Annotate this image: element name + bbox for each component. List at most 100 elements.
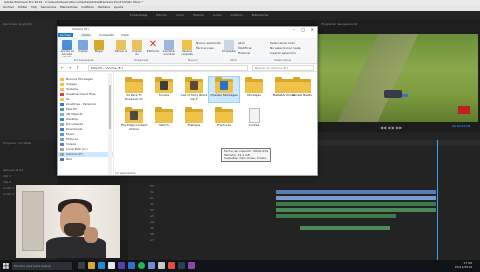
drive-icon (60, 148, 64, 151)
rename-button[interactable]: Cambiar nombre (162, 40, 176, 57)
video-frame (318, 34, 478, 122)
spotify-icon[interactable] (138, 262, 145, 269)
workspace-tabs: Ensamblaje Edición Color Efectos Audio G… (0, 11, 480, 20)
menu-item[interactable]: Secuencia (41, 5, 56, 9)
folder-item-selected[interactable]: Chester Montages (208, 76, 240, 103)
menu-item[interactable]: Editar (18, 5, 27, 9)
navigation-pane: Bounce Montages Images Youtube Creative … (58, 73, 114, 175)
audio-clip[interactable] (276, 214, 396, 218)
windows-start-icon[interactable] (3, 263, 9, 269)
app-icon[interactable] (168, 262, 175, 269)
new-folder-button[interactable]: Nueva carpeta (180, 40, 194, 57)
invert-selection-button[interactable]: Invertir selección (270, 51, 296, 55)
menu-item[interactable]: Gráficos (81, 5, 93, 9)
app-icon[interactable] (158, 262, 165, 269)
menu-item[interactable]: Clip (31, 5, 37, 9)
select-none-button[interactable]: No seleccionar nada (270, 46, 301, 50)
nav-scroll-thumb[interactable] (109, 85, 111, 129)
taskbar-search[interactable]: Escribe aquí para buscar (12, 262, 72, 270)
task-view-icon[interactable] (78, 262, 85, 269)
playback-buttons[interactable]: ◀◀ ◀ ▶ ▶▶ (380, 125, 402, 130)
folder-item[interactable]: Switch (149, 107, 179, 132)
folder-item[interactable]: Rocket Beats (287, 77, 317, 102)
address-bar[interactable]: Este PC › Volume (E:) (88, 65, 248, 71)
taskbar (0, 260, 480, 272)
folder-item[interactable]: The Edge Content Online (119, 107, 149, 132)
properties-button[interactable]: Propiedades (222, 40, 236, 57)
delete-button[interactable]: ✕ Eliminar (146, 40, 160, 57)
history-button[interactable]: Historial (238, 51, 250, 55)
folder-item[interactable]: Fractures (209, 107, 239, 132)
easy-access-button[interactable]: Fácil acceso (196, 46, 214, 50)
video-clip[interactable] (276, 196, 436, 200)
project-item[interactable]: Secuencia 01 (3, 168, 55, 173)
file-explorer-icon[interactable] (88, 262, 95, 269)
discord-icon[interactable] (148, 262, 155, 269)
video-clip[interactable] (276, 190, 436, 194)
project-item[interactable]: clip 1 (3, 174, 55, 179)
project-label: Proyecto: Sin título (3, 141, 32, 145)
steam-icon[interactable] (178, 262, 185, 269)
file-item[interactable]: Andrés (239, 107, 269, 132)
tab-share[interactable]: Compartir (99, 33, 114, 37)
tab-home[interactable]: Inicio (80, 33, 93, 37)
workspace-tab[interactable]: Edición (156, 11, 167, 20)
person-beard (64, 223, 86, 237)
pin-button[interactable]: Anclar al Acceso rápido (60, 40, 74, 57)
track-label: V2 (150, 190, 154, 194)
audio-clip[interactable] (300, 226, 390, 230)
webcam-overlay (16, 185, 120, 258)
effect-controls-panel: Opciones de efecto (0, 20, 58, 140)
file-icon (244, 107, 264, 123)
move-to-button[interactable]: Mover a (114, 40, 128, 57)
edit-button[interactable]: Modificar (238, 46, 252, 50)
select-all-button[interactable]: Seleccionar todo (270, 41, 295, 45)
person-hand (84, 227, 98, 243)
pictures-icon (60, 138, 64, 141)
menu-item[interactable]: Ayuda (114, 5, 123, 9)
folder-item[interactable]: Montajes (239, 77, 269, 102)
premiere-icon[interactable] (118, 262, 125, 269)
explorer-search-input[interactable]: Buscar en Volume (E:) (252, 65, 314, 71)
tab-view[interactable]: Vista (121, 33, 128, 37)
up-arrow-icon[interactable]: ↑ (76, 65, 79, 70)
workspace-tab[interactable]: Ensamblaje (130, 11, 147, 20)
folder-item[interactable]: 3d Pack Fc Dreamer 21 (119, 77, 149, 102)
open-button[interactable]: Abrir (238, 41, 245, 45)
audio-clip[interactable] (276, 202, 436, 206)
folder-item[interactable]: Trabajos (179, 107, 209, 132)
copy-to-button[interactable]: Copiar en (130, 40, 144, 57)
menu-item[interactable]: Ventana (98, 5, 110, 9)
audio-clip[interactable] (276, 208, 436, 212)
menu-item[interactable]: Archivo (3, 5, 14, 9)
new-item-button[interactable]: Nuevo elemento (196, 41, 221, 45)
channel-logo (458, 106, 470, 114)
paste-icon (94, 40, 104, 50)
system-clock[interactable]: 17:58 20/11/2019 (455, 261, 472, 269)
workspace-tab[interactable]: Bibliotecas (252, 11, 268, 20)
timecode: 00:00:44:08 (452, 124, 471, 128)
forward-arrow-icon[interactable]: → (68, 65, 71, 70)
workspace-tab[interactable]: Audio (213, 11, 222, 20)
folder-icon (184, 107, 204, 123)
menu-item[interactable]: Marcadores (60, 5, 77, 9)
workspace-tab[interactable]: Efectos (193, 11, 204, 20)
folder-item[interactable]: fondos (149, 77, 179, 102)
chrome-icon[interactable] (108, 262, 115, 269)
copy-icon (78, 40, 88, 50)
nav-item[interactable]: Red (58, 157, 113, 162)
copy-button[interactable]: Copiar (76, 40, 90, 57)
playhead[interactable] (437, 140, 438, 260)
workspace-tab[interactable]: Color (176, 11, 184, 20)
panel-label: Opciones de efecto (3, 22, 32, 26)
tab-file[interactable]: Archivo (58, 33, 74, 37)
app-icon[interactable] (188, 262, 195, 269)
edge-icon[interactable] (98, 262, 105, 269)
paste-button[interactable]: Pegar (92, 40, 106, 57)
workspace-tab[interactable]: Gráficos (231, 11, 243, 20)
group-label: Portapapeles (74, 58, 94, 62)
folder-item[interactable]: Call of Duty Black Op 4 (179, 77, 209, 102)
photoshop-icon[interactable] (128, 262, 135, 269)
pin-icon (62, 40, 72, 50)
back-arrow-icon[interactable]: ← (61, 65, 64, 70)
